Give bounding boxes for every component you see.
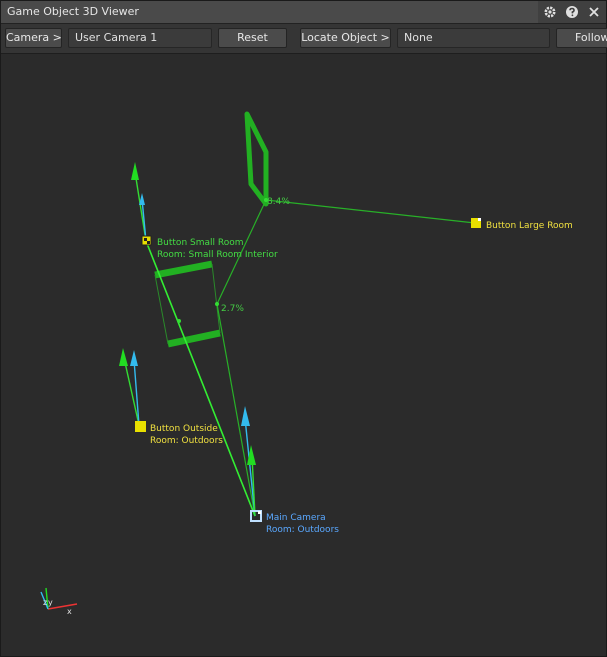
portal-frame-upper <box>244 111 269 207</box>
percent-lower: 2.7% <box>221 304 244 314</box>
toolbar: Camera > User Camera 1 Reset Locate Obje… <box>1 24 607 54</box>
axis-y-label: y <box>48 598 53 607</box>
axis-z-label: z <box>43 598 48 607</box>
scene-canvas <box>40 111 481 610</box>
gear-icon[interactable] <box>542 4 558 20</box>
help-icon[interactable] <box>564 4 580 20</box>
small-room-room: Room: Small Room Interior <box>157 250 278 260</box>
camera-field[interactable]: User Camera 1 <box>68 28 212 48</box>
small-room-name: Button Small Room <box>157 238 244 248</box>
camera-forward-arrow <box>241 406 250 426</box>
outside-forward-arrow <box>130 350 138 366</box>
axis-x-label: x <box>67 607 72 616</box>
link-lower-to-camera <box>216 303 256 517</box>
camera-room: Room: Outdoors <box>266 525 339 535</box>
link-small-room-to-camera <box>145 240 256 517</box>
outside-room: Room: Outdoors <box>150 436 223 446</box>
reset-button[interactable]: Reset <box>218 28 287 48</box>
close-icon[interactable] <box>586 4 602 20</box>
outside-marker <box>135 421 146 432</box>
title-icons <box>542 1 602 23</box>
3d-viewport[interactable]: Button Small Room Room: Small Room Inter… <box>1 54 606 656</box>
link-upper-to-large-room <box>265 199 476 224</box>
portal-frame-middle <box>154 260 221 348</box>
outside-up-arrow <box>119 348 128 366</box>
large-room-name: Button Large Room <box>486 221 573 231</box>
viewer-window: Game Object 3D Viewer Camera > User Came… <box>0 0 607 657</box>
window-title: Game Object 3D Viewer <box>1 1 538 23</box>
locate-object-field[interactable]: None <box>397 28 550 48</box>
title-bar: Game Object 3D Viewer <box>1 1 606 24</box>
camera-menu-button[interactable]: Camera > <box>5 28 62 48</box>
locate-object-button[interactable]: Locate Object > <box>300 28 391 48</box>
camera-name: Main Camera <box>266 513 326 523</box>
follow-button[interactable]: Follow <box>556 28 607 48</box>
percent-upper: 8.4% <box>267 197 290 207</box>
outside-name: Button Outside <box>150 424 218 434</box>
small-room-up-arrow <box>131 162 139 180</box>
